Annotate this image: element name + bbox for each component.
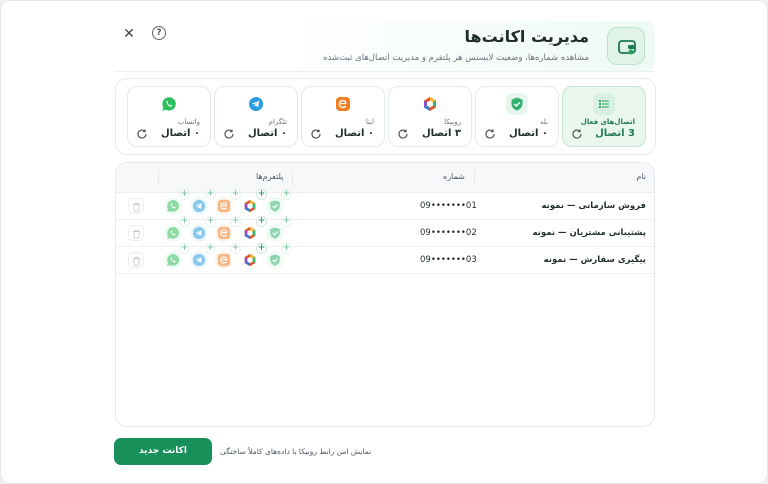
new-account-button[interactable]: اکانت جدید <box>114 438 212 465</box>
column-name: نام <box>636 172 646 181</box>
trash-icon[interactable] <box>128 252 144 268</box>
add-eitaa-icon[interactable]: + <box>230 243 241 254</box>
add-bale-icon[interactable]: + <box>281 189 292 200</box>
trash-icon[interactable] <box>128 225 144 241</box>
rubika-icon[interactable]: + <box>241 216 267 242</box>
card-telegram[interactable]: تلگرام ۰ اتصال <box>214 86 298 147</box>
card-count: ۰ اتصال <box>508 128 548 139</box>
card-count: ۰ اتصال <box>247 128 287 139</box>
table-row[interactable]: پشتیبانی مشتریان — نمونه 09•••••••02 + + + + + <box>116 216 654 247</box>
page-header: مدیریت اکانت‌ها مشاهده شماره‌ها، وضعیت ل… <box>271 21 655 71</box>
telegram-icon <box>245 93 267 115</box>
table-row[interactable]: پیگیری سفارش — نمونه 09•••••••03 + + + + + <box>116 243 654 274</box>
add-rubika-icon[interactable]: + <box>256 243 267 254</box>
footer-note: نمایش امن رابط روبیکا با داده‌های کاملاً… <box>220 447 372 456</box>
add-whatsapp-icon[interactable]: + <box>179 189 190 200</box>
card-label: بله <box>539 118 548 126</box>
telegram-icon[interactable]: + <box>190 189 216 215</box>
card-bale[interactable]: بله ۰ اتصال <box>475 86 559 147</box>
whatsapp-icon[interactable]: + <box>164 216 190 242</box>
column-divider <box>474 170 475 186</box>
refresh-icon[interactable] <box>571 128 583 140</box>
eitaa-icon[interactable]: + <box>215 243 241 269</box>
account-number: 09•••••••01 <box>420 201 477 211</box>
rubika-icon[interactable]: + <box>241 189 267 215</box>
column-divider <box>158 170 159 186</box>
column-platforms: پلتفرم‌ها <box>256 172 284 181</box>
refresh-icon[interactable] <box>136 128 148 140</box>
add-rubika-icon[interactable]: + <box>256 216 267 227</box>
rubika-icon[interactable]: + <box>241 243 267 269</box>
card-rubika[interactable]: روبیکا ۳ اتصال <box>388 86 472 147</box>
page-subtitle: مشاهده شماره‌ها، وضعیت لایسنس هر پلتفرم … <box>323 53 589 63</box>
card-count: 3 اتصال <box>595 128 635 139</box>
card-label: تلگرام <box>268 118 287 126</box>
add-telegram-icon[interactable]: + <box>205 216 216 227</box>
eitaa-icon[interactable]: + <box>215 216 241 242</box>
bale-icon[interactable]: + <box>266 189 292 215</box>
card-label: ایتا <box>365 118 374 126</box>
card-active-connections[interactable]: اتصال‌های فعال 3 اتصال <box>562 86 646 147</box>
add-telegram-icon[interactable]: + <box>205 189 216 200</box>
add-eitaa-icon[interactable]: + <box>230 216 241 227</box>
card-count: ۰ اتصال <box>334 128 374 139</box>
trash-icon[interactable] <box>128 198 144 214</box>
card-eitaa[interactable]: ایتا ۰ اتصال <box>301 86 385 147</box>
card-whatsapp[interactable]: واتساپ ۰ اتصال <box>127 86 211 147</box>
card-label: اتصال‌های فعال <box>580 118 635 126</box>
whatsapp-icon[interactable]: + <box>164 189 190 215</box>
column-number: شماره <box>443 172 465 181</box>
card-label: واتساپ <box>177 118 200 126</box>
bale-icon[interactable]: + <box>266 243 292 269</box>
add-bale-icon[interactable]: + <box>281 216 292 227</box>
bale-icon[interactable]: + <box>266 216 292 242</box>
rubika-icon <box>419 93 441 115</box>
wallet-icon <box>607 27 645 65</box>
whatsapp-icon[interactable]: + <box>164 243 190 269</box>
add-telegram-icon[interactable]: + <box>205 243 216 254</box>
add-rubika-icon[interactable]: + <box>256 189 267 200</box>
account-name: پشتیبانی مشتریان — نمونه <box>532 228 646 238</box>
whatsapp-icon <box>158 93 180 115</box>
account-manager-window: ✕ ? مدیریت اکانت‌ها مشاهده شماره‌ها، وضع… <box>0 0 768 484</box>
close-icon[interactable]: ✕ <box>121 26 137 42</box>
add-eitaa-icon[interactable]: + <box>230 189 241 200</box>
accounts-table: نام شماره پلتفرم‌ها فروش سازمانی — نمونه… <box>115 162 655 427</box>
account-number: 09•••••••02 <box>420 228 477 238</box>
card-count: ۳ اتصال <box>421 128 461 139</box>
add-whatsapp-icon[interactable]: + <box>179 243 190 254</box>
refresh-icon[interactable] <box>484 128 496 140</box>
account-name: فروش سازمانی — نمونه <box>541 201 647 211</box>
telegram-icon[interactable]: + <box>190 243 216 269</box>
refresh-icon[interactable] <box>310 128 322 140</box>
account-name: پیگیری سفارش — نمونه <box>543 255 646 265</box>
table-header: نام شماره پلتفرم‌ها <box>116 163 654 193</box>
telegram-icon[interactable]: + <box>190 216 216 242</box>
page-title: مدیریت اکانت‌ها <box>464 27 589 46</box>
refresh-icon[interactable] <box>397 128 409 140</box>
card-count: ۰ اتصال <box>160 128 200 139</box>
add-whatsapp-icon[interactable]: + <box>179 216 190 227</box>
column-divider <box>292 170 293 186</box>
add-bale-icon[interactable]: + <box>281 243 292 254</box>
divider <box>115 71 655 72</box>
table-row[interactable]: فروش سازمانی — نمونه 09•••••••01 + + + + + <box>116 189 654 220</box>
eitaa-icon[interactable]: + <box>215 189 241 215</box>
refresh-icon[interactable] <box>223 128 235 140</box>
account-number: 09•••••••03 <box>420 255 477 265</box>
list-icon <box>593 93 615 115</box>
bale-icon <box>506 93 528 115</box>
card-label: روبیکا <box>444 118 461 126</box>
platform-cards: اتصال‌های فعال 3 اتصال بله ۰ اتصال روبیک… <box>115 78 656 155</box>
help-icon[interactable]: ? <box>152 26 166 40</box>
eitaa-icon <box>332 93 354 115</box>
